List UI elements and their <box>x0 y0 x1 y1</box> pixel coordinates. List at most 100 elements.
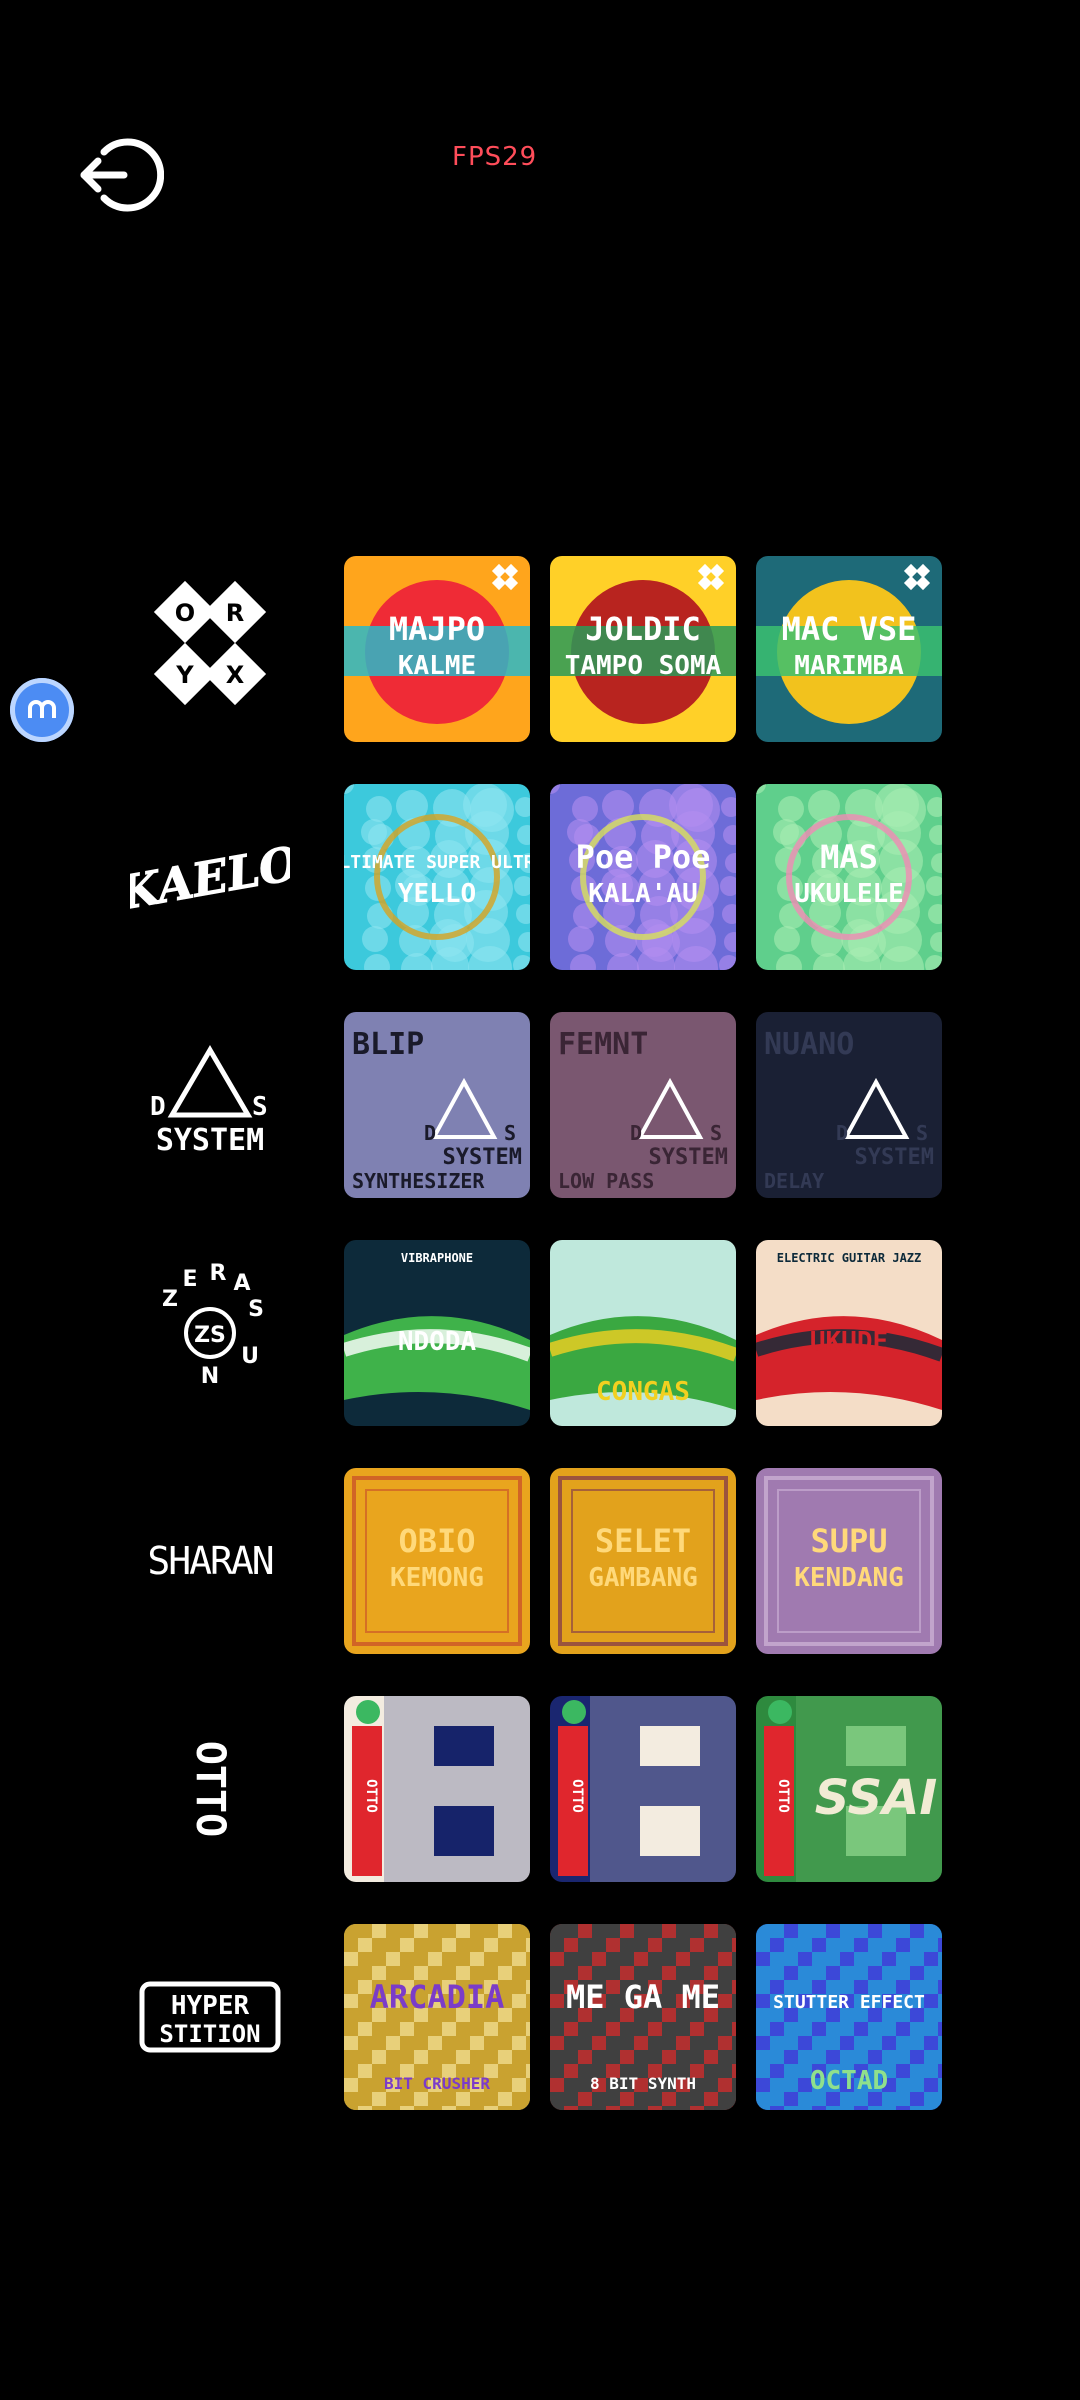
brand-row-sharan: SHARAN OBIO KEMONG SELET GAMBANG SUPU KENDANG <box>0 1468 1080 1654</box>
tile-title-top: JOLDIC <box>585 610 701 648</box>
tile-title-top: VIBRAPHONE <box>401 1251 473 1265</box>
brand-logo-sharan[interactable]: SHARAN <box>130 1486 290 1636</box>
svg-text:KAELO: KAELO <box>130 836 290 921</box>
tile-title-bottom: OCTAD <box>810 2066 888 2096</box>
instrument-tile[interactable]: OTTO <box>344 1696 530 1882</box>
brand-row-kaelo: KAELO ULTIMATE SUPER ULTRA YELLO Poe PoeKAL… <box>0 784 1080 970</box>
tile-title-bottom: MARIMBA <box>794 651 904 681</box>
svg-text:S: S <box>504 1121 516 1145</box>
instrument-tile[interactable]: Poe Poe KALA'AU <box>550 784 736 970</box>
instrument-tile[interactable]: MAS UKULELE <box>756 784 942 970</box>
brand-row-otto: OTTO OTTO OTTO OTTO SSAI <box>0 1696 1080 1882</box>
tile-title-bottom: SSAI <box>815 1770 937 1826</box>
svg-text:SYSTEM: SYSTEM <box>156 1123 264 1158</box>
tile-title-bottom: NDODA <box>398 1327 477 1357</box>
tile-title-top: SELET <box>595 1522 691 1560</box>
tile-title-bottom: LOW PASS <box>558 1169 654 1193</box>
instrument-tile[interactable]: SUPU KENDANG <box>756 1468 942 1654</box>
svg-text:N: N <box>201 1364 219 1389</box>
tile-title-top: OTTO <box>569 1779 585 1813</box>
svg-text:D: D <box>424 1121 436 1145</box>
svg-text:OTTO: OTTO <box>187 1741 233 1837</box>
instrument-tile[interactable]: D S SYSTEM NUANO DELAY <box>756 1012 942 1198</box>
instrument-tile[interactable]: STUTTER EFFECT OCTAD <box>756 1924 942 2110</box>
tile-title-bottom: KENDANG <box>794 1563 904 1593</box>
brand-logo-orxy[interactable]: O R Y X <box>130 574 290 724</box>
tile-title-top: OBIO <box>398 1522 475 1560</box>
logo-letter: Y <box>175 661 194 689</box>
svg-text:S: S <box>916 1121 928 1145</box>
svg-text:U: U <box>241 1344 259 1369</box>
tile-title-bottom: KALME <box>398 651 476 681</box>
brand-logo-das-system[interactable]: D S SYSTEM <box>130 1030 290 1180</box>
tile-title-bottom: GAMBANG <box>588 1563 698 1593</box>
instrument-tile[interactable]: D S SYSTEM BLIP SYNTHESIZER <box>344 1012 530 1198</box>
brand-logo-hyperstition[interactable]: HYPER STITION <box>130 1942 290 2092</box>
back-button[interactable] <box>74 130 165 220</box>
tile-title-bottom: YELLO <box>398 879 476 909</box>
instrument-tile[interactable]: CONGAS <box>550 1240 736 1426</box>
svg-text:SHARAN: SHARAN <box>147 1539 272 1583</box>
instrument-tile[interactable]: JOLDIC TAMPO SOMA <box>550 556 736 742</box>
tile-title-bottom: UKUDE <box>810 1327 888 1357</box>
svg-text:S: S <box>252 1092 268 1122</box>
brand-row-das-system: D S SYSTEM D S SYSTEM BLIP SYNTHESIZER D S SYSTEM F… <box>0 1012 1080 1198</box>
tile-title-top: ELECTRIC GUITAR JAZZ <box>777 1251 922 1265</box>
tile-title-bottom: KALA'AU <box>588 879 698 909</box>
tile-title-top: ULTIMATE SUPER ULTRA <box>344 852 530 873</box>
tile-title-bottom: CONGAS <box>596 1377 690 1407</box>
brand-logo-otto[interactable]: OTTO <box>130 1714 290 1864</box>
svg-text:A: A <box>233 1271 250 1296</box>
tile-title-top: SUPU <box>810 1522 887 1560</box>
instrument-tile[interactable]: MAJPO KALME <box>344 556 530 742</box>
svg-text:SYSTEM: SYSTEM <box>649 1145 728 1170</box>
instrument-tile[interactable]: ME GA ME 8 BIT SYNTH <box>550 1924 736 2110</box>
tile-title-bottom: KEMONG <box>390 1563 484 1593</box>
tile-title-bottom: TAMPO SOMA <box>565 651 722 681</box>
logo-letter: O <box>175 599 195 627</box>
svg-text:S: S <box>710 1121 722 1145</box>
fps-counter: FPS29 <box>452 142 538 172</box>
svg-text:SYSTEM: SYSTEM <box>855 1145 934 1170</box>
instrument-tile[interactable]: D S SYSTEM FEMNT LOW PASS <box>550 1012 736 1198</box>
instrument-tile[interactable]: OTTO <box>550 1696 736 1882</box>
tile-title-top: ME GA ME <box>566 1978 720 2016</box>
logo-letter: X <box>226 661 245 689</box>
tile-title-bottom: SYNTHESIZER <box>352 1169 485 1193</box>
tile-title-top: ARCADIA <box>370 1978 505 2016</box>
tile-title-bottom: UKULELE <box>794 879 904 909</box>
instrument-tile[interactable]: ULTIMATE SUPER ULTRA YELLO <box>344 784 530 970</box>
exit-icon <box>80 138 165 212</box>
brand-logo-zerasun[interactable]: ZS Z E R A S U N <box>130 1258 290 1408</box>
svg-text:D: D <box>150 1092 166 1122</box>
tile-title-top: STUTTER EFFECT <box>773 1992 925 2013</box>
tile-title-top: MAC VSE <box>782 610 917 648</box>
tile-title-top: OTTO <box>775 1779 791 1813</box>
tile-title-top: OTTO <box>363 1779 379 1813</box>
tile-title-top: Poe Poe <box>576 838 711 876</box>
logo-letter: R <box>226 599 244 627</box>
svg-text:R: R <box>210 1261 227 1286</box>
instrument-tile[interactable]: OTTO SSAI <box>756 1696 942 1882</box>
tile-title-top: MAJPO <box>389 610 485 648</box>
svg-text:Z: Z <box>162 1287 178 1312</box>
svg-text:ZS: ZS <box>194 1323 226 1348</box>
svg-text:SYSTEM: SYSTEM <box>443 1145 522 1170</box>
instrument-tile[interactable]: OBIO KEMONG <box>344 1468 530 1654</box>
tile-title-bottom: 8 BIT SYNTH <box>590 2074 696 2093</box>
svg-text:E: E <box>182 1267 197 1292</box>
svg-text:HYPER: HYPER <box>171 1991 250 2021</box>
instrument-tile[interactable]: ELECTRIC GUITAR JAZZ UKUDE <box>756 1240 942 1426</box>
tile-title-top: NUANO <box>764 1027 854 1062</box>
brand-row-hyperstition: HYPER STITION ARCADIA BIT CRUSHER ME GA ME 8 … <box>0 1924 1080 2110</box>
instrument-tile[interactable]: MAC VSE MARIMBA <box>756 556 942 742</box>
svg-text:D: D <box>836 1121 848 1145</box>
tile-title-top: MAS <box>820 838 878 876</box>
brand-logo-kaelo[interactable]: KAELO <box>130 802 290 952</box>
svg-text:STITION: STITION <box>159 2020 260 2048</box>
instrument-tile[interactable]: VIBRAPHONE NDODA <box>344 1240 530 1426</box>
instrument-tile[interactable]: SELET GAMBANG <box>550 1468 736 1654</box>
tile-title-bottom: BIT CRUSHER <box>384 2074 490 2093</box>
instrument-tile[interactable]: ARCADIA BIT CRUSHER <box>344 1924 530 2110</box>
tile-title-top: BLIP <box>352 1027 424 1062</box>
